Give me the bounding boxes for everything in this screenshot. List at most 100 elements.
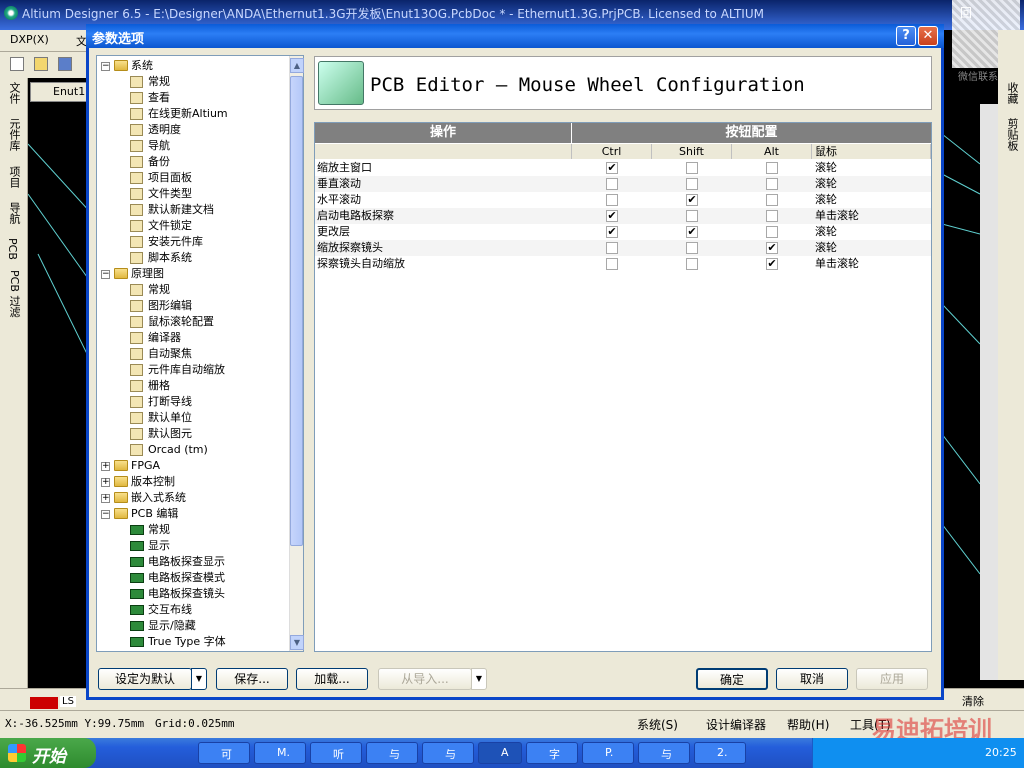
table-row[interactable]: 探察镜头自动缩放 ✔ 单击滚轮 bbox=[315, 256, 931, 272]
ctrl-checkbox[interactable] bbox=[606, 178, 618, 190]
import-from-button[interactable]: 从导入... bbox=[378, 668, 472, 690]
tree-item[interactable]: 查看 bbox=[97, 90, 287, 106]
help-button[interactable]: ? bbox=[896, 26, 916, 46]
tree-item[interactable]: + 嵌入式系统 bbox=[97, 490, 287, 506]
taskbar-item[interactable]: M. bbox=[254, 742, 306, 764]
menu-dxp[interactable]: DXP(X) bbox=[10, 33, 49, 46]
panel-tab-pcb[interactable]: PCB bbox=[6, 238, 19, 260]
shift-checkbox[interactable]: ✔ bbox=[686, 194, 698, 206]
expand-icon[interactable]: + bbox=[101, 462, 110, 471]
tree-item[interactable]: 图形编辑 bbox=[97, 298, 287, 314]
tree-item[interactable]: − PCB 编辑 bbox=[97, 506, 287, 522]
expand-icon[interactable]: + bbox=[101, 494, 110, 503]
save-button[interactable]: 保存... bbox=[216, 668, 288, 690]
tree-item[interactable]: 常规 bbox=[97, 282, 287, 298]
status-help-button[interactable]: 帮助(H) bbox=[787, 716, 829, 733]
ctrl-checkbox[interactable] bbox=[606, 258, 618, 270]
panel-tab-clipboard[interactable]: 剪贴板 bbox=[1004, 118, 1020, 151]
open-folder-icon[interactable] bbox=[34, 57, 48, 71]
close-button[interactable]: ✕ bbox=[918, 26, 938, 46]
taskbar-item[interactable]: 与 bbox=[638, 742, 690, 764]
clear-button[interactable]: 清除 bbox=[962, 693, 984, 709]
collapse-icon[interactable]: − bbox=[101, 510, 110, 519]
tree-item[interactable]: − 原理图 bbox=[97, 266, 287, 282]
tree-item[interactable]: 脚本系统 bbox=[97, 250, 287, 266]
alt-checkbox[interactable]: ✔ bbox=[766, 258, 778, 270]
tree-item[interactable]: 文件类型 bbox=[97, 186, 287, 202]
taskbar-item[interactable]: 听 bbox=[310, 742, 362, 764]
tree-item[interactable]: True Type 字体 bbox=[97, 634, 287, 650]
tree-item[interactable]: + FPGA bbox=[97, 458, 287, 474]
ctrl-checkbox[interactable]: ✔ bbox=[606, 226, 618, 238]
collapse-icon[interactable]: − bbox=[101, 62, 110, 71]
alt-checkbox[interactable] bbox=[766, 210, 778, 222]
mouse-action-value[interactable]: 滚轮 bbox=[815, 160, 837, 176]
panel-tab-pcb-filter[interactable]: PCB 过滤 bbox=[6, 270, 22, 317]
tree-item[interactable]: 默认单位 bbox=[97, 410, 287, 426]
load-button[interactable]: 加载... bbox=[296, 668, 368, 690]
save-icon[interactable] bbox=[58, 57, 72, 71]
ctrl-checkbox[interactable]: ✔ bbox=[606, 210, 618, 222]
set-default-dropdown-icon[interactable]: ▼ bbox=[191, 668, 207, 690]
tree-item[interactable]: 常规 bbox=[97, 522, 287, 538]
tree-item[interactable]: 透明度 bbox=[97, 122, 287, 138]
document-tab[interactable]: Enut13 bbox=[30, 82, 92, 102]
taskbar-item-altium[interactable]: A bbox=[478, 742, 522, 764]
tree-item[interactable]: 元件库自动缩放 bbox=[97, 362, 287, 378]
mouse-action-value[interactable]: 滚轮 bbox=[815, 224, 837, 240]
taskbar-item[interactable]: 与 bbox=[366, 742, 418, 764]
alt-checkbox[interactable] bbox=[766, 194, 778, 206]
tree-item[interactable]: 显示 bbox=[97, 538, 287, 554]
tree-item[interactable]: 项目面板 bbox=[97, 170, 287, 186]
alt-checkbox[interactable]: ✔ bbox=[766, 242, 778, 254]
scroll-down-icon[interactable]: ▼ bbox=[290, 635, 304, 650]
tree-item[interactable]: 打断导线 bbox=[97, 394, 287, 410]
alt-checkbox[interactable] bbox=[766, 178, 778, 190]
mouse-action-value[interactable]: 单击滚轮 bbox=[815, 208, 859, 224]
set-default-button[interactable]: 设定为默认 bbox=[98, 668, 192, 690]
shift-checkbox[interactable] bbox=[686, 258, 698, 270]
mouse-action-value[interactable]: 单击滚轮 bbox=[815, 256, 859, 272]
tree-item[interactable]: 交互布线 bbox=[97, 602, 287, 618]
tree-item[interactable]: 导航 bbox=[97, 138, 287, 154]
shift-checkbox[interactable] bbox=[686, 242, 698, 254]
table-row[interactable]: 启动电路板探察 ✔ 单击滚轮 bbox=[315, 208, 931, 224]
canvas-vertical-scrollbar[interactable] bbox=[980, 104, 998, 680]
table-row[interactable]: 垂直滚动 滚轮 bbox=[315, 176, 931, 192]
tree-item[interactable]: 电路板探查模式 bbox=[97, 570, 287, 586]
taskbar-item[interactable]: 可 bbox=[198, 742, 250, 764]
ctrl-checkbox[interactable] bbox=[606, 242, 618, 254]
ctrl-checkbox[interactable] bbox=[606, 194, 618, 206]
status-design-compiler-button[interactable]: 设计编译器 bbox=[706, 716, 766, 733]
tree-item[interactable]: − 系统 bbox=[97, 58, 287, 74]
taskbar-item[interactable]: 字 bbox=[526, 742, 578, 764]
new-file-icon[interactable] bbox=[10, 57, 24, 71]
tree-item[interactable]: 默认新建文档 bbox=[97, 202, 287, 218]
expand-icon[interactable]: + bbox=[101, 478, 110, 487]
cancel-button[interactable]: 取消 bbox=[776, 668, 848, 690]
import-dropdown-icon[interactable]: ▼ bbox=[471, 668, 487, 690]
mouse-action-value[interactable]: 滚轮 bbox=[815, 176, 837, 192]
panel-tab-files[interactable]: 文件 bbox=[6, 82, 22, 104]
panel-tab-libraries[interactable]: 元件库 bbox=[6, 118, 22, 151]
tree-scroll-thumb[interactable] bbox=[290, 76, 303, 546]
tree-item[interactable]: 显示/隐藏 bbox=[97, 618, 287, 634]
shift-checkbox[interactable] bbox=[686, 162, 698, 174]
layer-color-swatch[interactable] bbox=[30, 697, 58, 709]
tree-item[interactable]: 备份 bbox=[97, 154, 287, 170]
panel-tab-projects[interactable]: 项目 bbox=[6, 166, 22, 188]
tree-item[interactable]: 在线更新Altium bbox=[97, 106, 287, 122]
taskbar-item[interactable]: 与 bbox=[422, 742, 474, 764]
alt-checkbox[interactable] bbox=[766, 226, 778, 238]
tree-item[interactable]: 栅格 bbox=[97, 378, 287, 394]
apply-button[interactable]: 应用 bbox=[856, 668, 928, 690]
tree-item[interactable]: 编译器 bbox=[97, 330, 287, 346]
table-row[interactable]: 缩放探察镜头 ✔ 滚轮 bbox=[315, 240, 931, 256]
taskbar-item[interactable]: 2. bbox=[694, 742, 746, 764]
tree-item[interactable]: 电路板探查显示 bbox=[97, 554, 287, 570]
tree-item[interactable]: 自动聚焦 bbox=[97, 346, 287, 362]
taskbar-item[interactable]: P. bbox=[582, 742, 634, 764]
ctrl-checkbox[interactable]: ✔ bbox=[606, 162, 618, 174]
scroll-up-icon[interactable]: ▲ bbox=[290, 58, 304, 73]
tree-item[interactable]: + 版本控制 bbox=[97, 474, 287, 490]
